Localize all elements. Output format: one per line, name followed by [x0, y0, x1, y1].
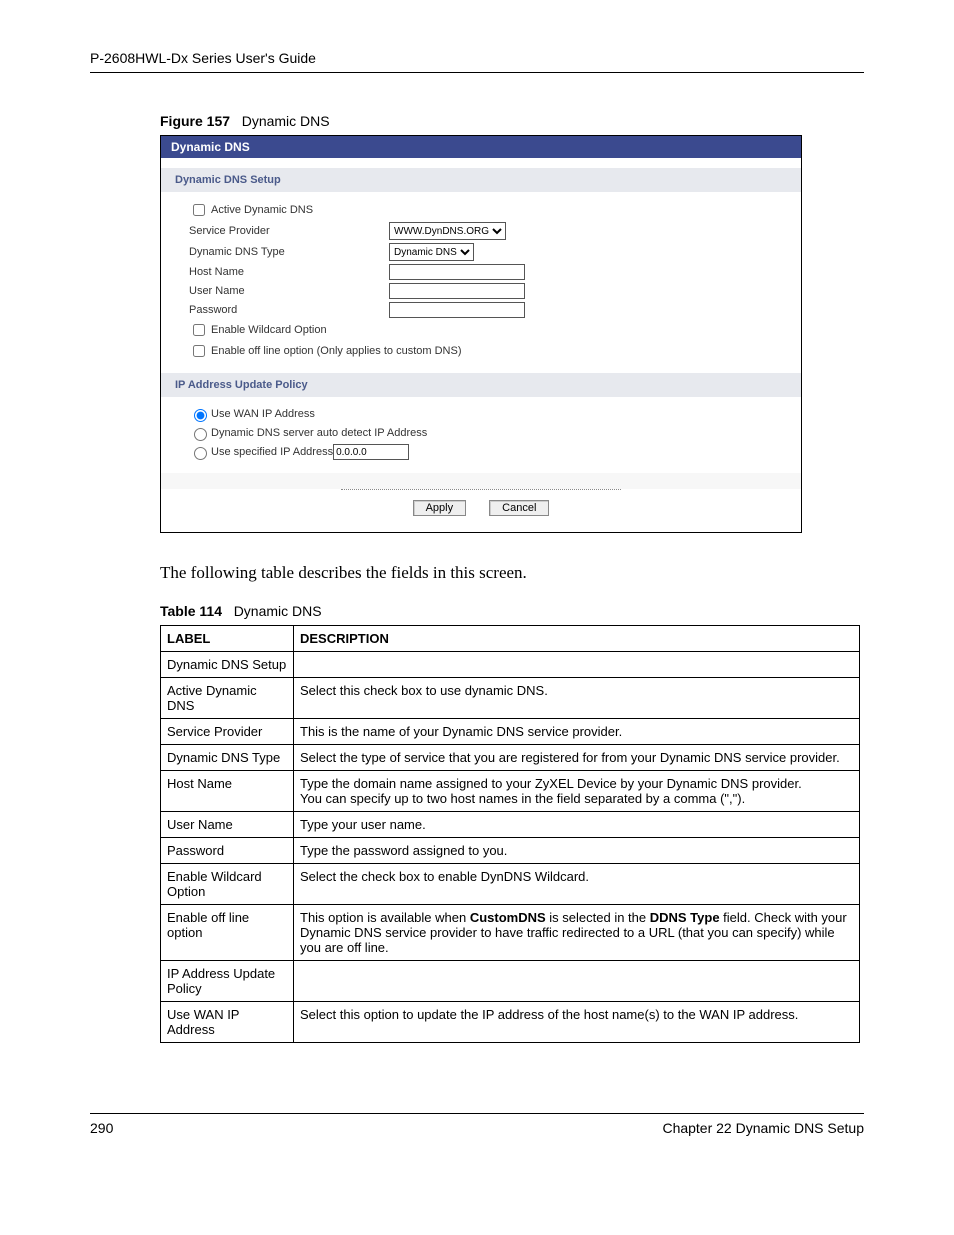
table-row: User NameType your user name. — [161, 812, 860, 838]
auto-detect-label: Dynamic DNS server auto detect IP Addres… — [211, 427, 427, 439]
table-row: PasswordType the password assigned to yo… — [161, 838, 860, 864]
use-wan-radio[interactable] — [194, 409, 207, 422]
specified-ip-label: Use specified IP Address — [211, 446, 333, 458]
page-number: 290 — [90, 1120, 113, 1136]
cell-offline-desc: This option is available when CustomDNS … — [294, 905, 860, 961]
table-row: Dynamic DNS TypeSelect the type of servi… — [161, 745, 860, 771]
dns-type-select[interactable]: Dynamic DNS — [389, 243, 474, 261]
table-row: Enable off line optionThis option is ava… — [161, 905, 860, 961]
active-dns-label: Active Dynamic DNS — [211, 204, 411, 216]
dns-type-label: Dynamic DNS Type — [189, 246, 389, 258]
service-provider-select[interactable]: WWW.DynDNS.ORG — [389, 222, 506, 240]
description-table: LABEL DESCRIPTION Dynamic DNS Setup Acti… — [160, 625, 860, 1043]
service-provider-label: Service Provider — [189, 225, 389, 237]
apply-button[interactable]: Apply — [413, 500, 467, 516]
table-row: Service ProviderThis is the name of your… — [161, 719, 860, 745]
figure-label: Figure 157 — [160, 113, 230, 129]
document-header: P-2608HWL-Dx Series User's Guide — [90, 50, 864, 73]
password-label: Password — [189, 304, 389, 316]
page-footer: 290 Chapter 22 Dynamic DNS Setup — [90, 1113, 864, 1136]
offline-label: Enable off line option (Only applies to … — [211, 345, 461, 357]
table-row: IP Address Update Policy — [161, 961, 860, 1002]
user-name-label: User Name — [189, 285, 389, 297]
wildcard-checkbox[interactable] — [193, 324, 205, 336]
table-row: Enable Wildcard OptionSelect the check b… — [161, 864, 860, 905]
section-header-policy: IP Address Update Policy — [161, 373, 801, 397]
figure-caption: Figure 157 Dynamic DNS — [160, 113, 864, 129]
table-title: Dynamic DNS — [234, 603, 322, 619]
wildcard-label: Enable Wildcard Option — [211, 324, 327, 336]
th-desc: DESCRIPTION — [294, 626, 860, 652]
table-caption: Table 114 Dynamic DNS — [160, 603, 864, 619]
table-label: Table 114 — [160, 603, 222, 619]
auto-detect-radio[interactable] — [194, 428, 207, 441]
specified-ip-input[interactable] — [333, 444, 409, 460]
cancel-button[interactable]: Cancel — [489, 500, 549, 516]
cell-host-desc: Type the domain name assigned to your Zy… — [294, 771, 860, 812]
table-row: Active Dynamic DNSSelect this check box … — [161, 678, 860, 719]
chapter-title: Chapter 22 Dynamic DNS Setup — [662, 1120, 864, 1136]
th-label: LABEL — [161, 626, 294, 652]
user-name-input[interactable] — [389, 283, 525, 299]
section-header-setup: Dynamic DNS Setup — [161, 168, 801, 192]
screenshot-panel: Dynamic DNS Dynamic DNS Setup Active Dyn… — [160, 135, 802, 533]
figure-title: Dynamic DNS — [242, 113, 330, 129]
table-row: Host NameType the domain name assigned t… — [161, 771, 860, 812]
specified-ip-radio[interactable] — [194, 447, 207, 460]
panel-title: Dynamic DNS — [161, 136, 801, 158]
table-row: Dynamic DNS Setup — [161, 652, 860, 678]
host-name-input[interactable] — [389, 264, 525, 280]
host-name-label: Host Name — [189, 266, 389, 278]
active-dns-checkbox[interactable] — [193, 204, 205, 216]
use-wan-label: Use WAN IP Address — [211, 408, 315, 420]
table-row: Use WAN IP AddressSelect this option to … — [161, 1002, 860, 1043]
offline-checkbox[interactable] — [193, 345, 205, 357]
body-text: The following table describes the fields… — [160, 563, 864, 583]
password-input[interactable] — [389, 302, 525, 318]
